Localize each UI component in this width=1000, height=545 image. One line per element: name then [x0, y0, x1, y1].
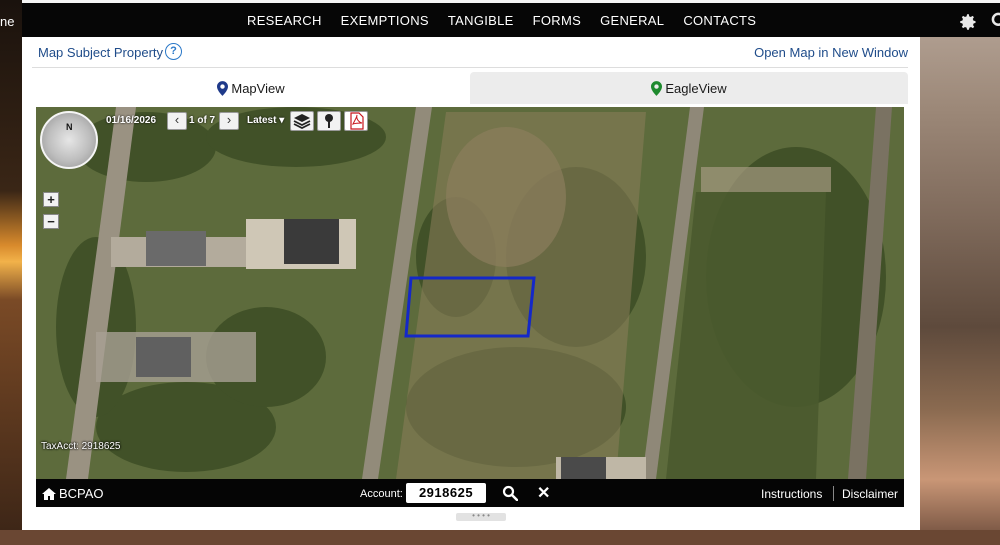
account-label: Account: [360, 488, 403, 500]
background-left-text: ne [0, 14, 15, 29]
close-icon[interactable]: ✕ [537, 483, 550, 503]
zoom-in-button[interactable]: + [43, 192, 59, 207]
compass-north-label: N [66, 122, 73, 132]
prev-image-button[interactable]: ‹ [167, 112, 187, 130]
background-left-strip [0, 0, 22, 545]
pin-icon [325, 114, 333, 128]
disclaimer-link[interactable]: Disclaimer [842, 487, 898, 501]
divider [32, 67, 908, 68]
aerial-imagery [36, 107, 904, 479]
nav-item-contacts[interactable]: CONTACTS [683, 13, 756, 28]
help-icon[interactable]: ? [165, 43, 182, 60]
home-icon [42, 487, 56, 500]
map-footer-toolbar: BCPAO Account: 2918625 ✕ Instructions Di… [36, 479, 904, 507]
nav-item-general[interactable]: GENERAL [600, 13, 664, 28]
background-right-strip [920, 0, 1000, 545]
tab-mapview-label: MapView [231, 80, 285, 96]
instructions-link[interactable]: Instructions [761, 487, 822, 501]
map-pin-icon [217, 80, 229, 96]
aerial-map[interactable]: N + − 01/16/2026 ‹ 1 of 7 › Latest ▾ Tax… [36, 107, 904, 479]
latest-dropdown[interactable]: Latest ▾ [247, 115, 284, 126]
map-subject-property-link[interactable]: Map Subject Property [38, 45, 163, 60]
background-bottom-strip [0, 530, 1000, 545]
bcpao-home-link[interactable]: BCPAO [42, 486, 104, 501]
tax-account-label: TaxAcct: 2918625 [41, 441, 121, 452]
resize-handle[interactable]: • • • • [456, 512, 506, 521]
pin-button[interactable] [317, 111, 341, 131]
imagery-date: 01/16/2026 [106, 115, 157, 126]
nav-item-research[interactable]: RESEARCH [247, 13, 322, 28]
tab-eagleview[interactable]: EagleView [470, 72, 908, 104]
gear-icon[interactable] [958, 12, 978, 32]
layers-button[interactable] [290, 111, 314, 131]
footer-separator [833, 486, 834, 501]
tab-eagleview-label: EagleView [665, 80, 727, 96]
pdf-icon [350, 112, 364, 130]
nav-item-tangible[interactable]: TANGIBLE [448, 13, 514, 28]
nav-menu: RESEARCH EXEMPTIONS TANGIBLE FORMS GENER… [247, 13, 775, 28]
next-image-button[interactable]: › [219, 112, 239, 130]
image-count: 1 of 7 [189, 115, 216, 126]
nav-item-exemptions[interactable]: EXEMPTIONS [341, 13, 429, 28]
open-map-new-window-link[interactable]: Open Map in New Window [754, 45, 908, 60]
map-pin-icon [651, 80, 663, 96]
brand-label: BCPAO [59, 486, 104, 501]
zoom-out-button[interactable]: − [43, 214, 59, 229]
nav-item-forms[interactable]: FORMS [533, 13, 581, 28]
tab-mapview[interactable]: MapView [32, 72, 470, 104]
top-navigation: RESEARCH EXEMPTIONS TANGIBLE FORMS GENER… [22, 0, 1000, 37]
compass-control[interactable]: N [40, 111, 98, 169]
search-icon[interactable] [990, 11, 1000, 31]
map-panel: Map Subject Property ? Open Map in New W… [22, 37, 920, 530]
account-input[interactable]: 2918625 [406, 483, 486, 503]
layers-icon [293, 114, 311, 130]
search-icon[interactable] [502, 485, 518, 501]
pdf-button[interactable] [344, 111, 368, 131]
